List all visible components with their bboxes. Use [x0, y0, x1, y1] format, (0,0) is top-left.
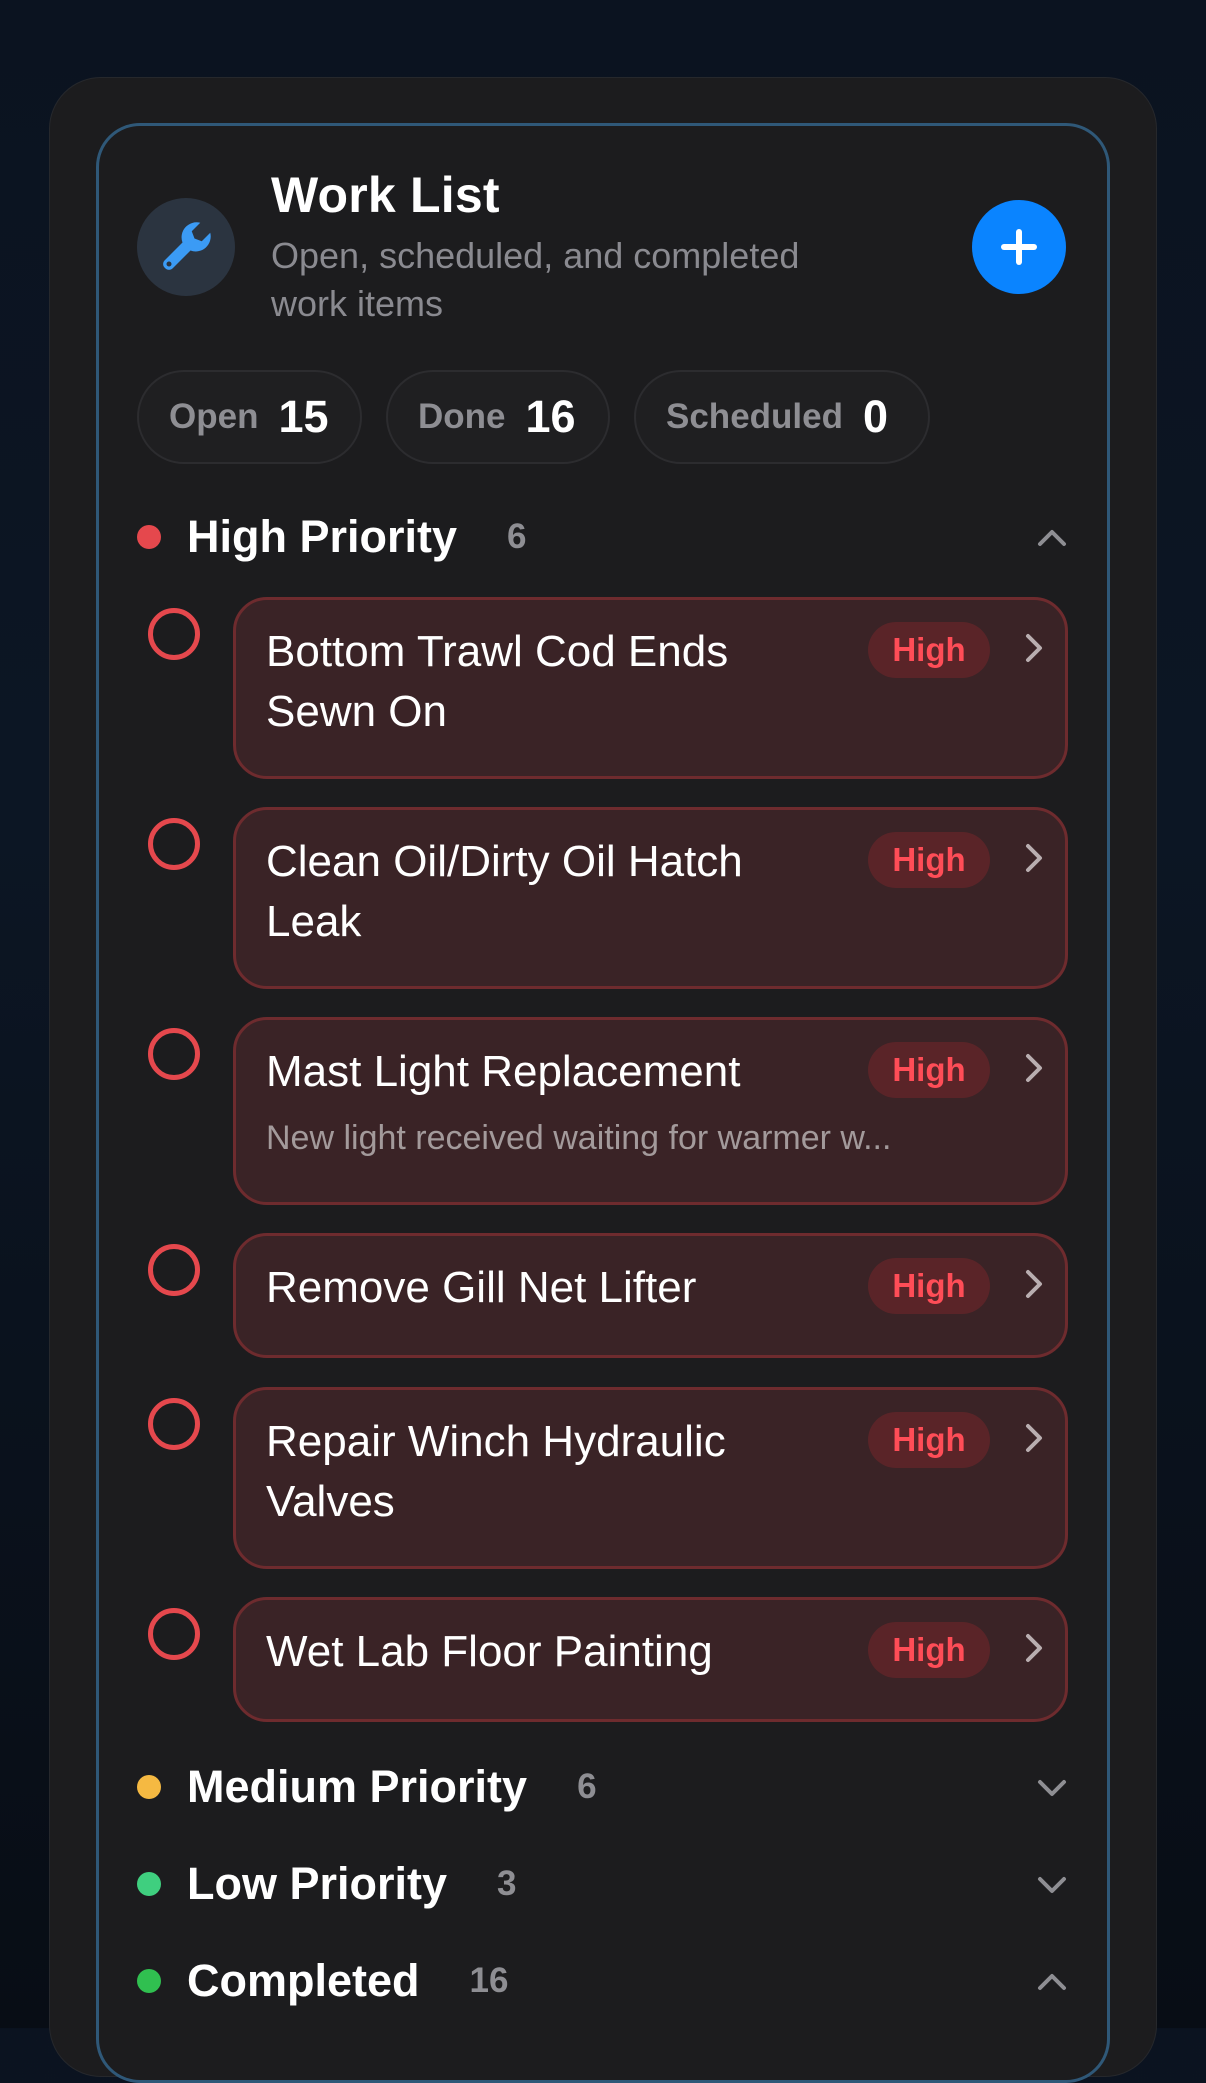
chevron-down-icon: [1038, 1780, 1066, 1796]
chevron-right-icon: [1026, 1270, 1042, 1298]
task-complete-checkbox[interactable]: [148, 818, 200, 870]
section-title: Completed: [187, 1955, 420, 2006]
task-card[interactable]: Mast Light Replacement New light receive…: [233, 1017, 1068, 1205]
task-complete-checkbox[interactable]: [148, 1244, 200, 1296]
page-subtitle: Open, scheduled, and completed work item…: [271, 235, 800, 324]
task-note: New light received waiting for warmer w.…: [266, 1119, 892, 1157]
stat-chip-open[interactable]: Open 15: [137, 370, 362, 464]
section-title: Low Priority: [187, 1858, 448, 1909]
add-work-item-button[interactable]: [972, 200, 1066, 294]
priority-badge: High: [868, 1258, 990, 1314]
chevron-up-icon: [1038, 530, 1066, 546]
priority-badge: High: [868, 832, 990, 888]
task-complete-checkbox[interactable]: [148, 1398, 200, 1450]
chevron-up-icon: [1038, 1974, 1066, 1990]
priority-dot: [137, 525, 161, 549]
priority-badge: High: [868, 1412, 990, 1468]
priority-dot: [137, 1872, 161, 1896]
plus-icon: [1001, 229, 1037, 265]
section-header-low-priority[interactable]: Low Priority 3: [137, 1849, 1072, 1919]
stat-chip-scheduled[interactable]: Scheduled 0: [634, 370, 930, 464]
chevron-right-icon: [1026, 1424, 1042, 1452]
task-title: Mast Light Replacement: [266, 1047, 741, 1096]
section-header-medium-priority[interactable]: Medium Priority 6: [137, 1752, 1072, 1822]
section-header-high-priority[interactable]: High Priority 6: [137, 502, 1072, 572]
task-title: Repair Winch Hydraulic Valves: [266, 1417, 726, 1526]
chevron-right-icon: [1026, 1634, 1042, 1662]
task-title: Remove Gill Net Lifter: [266, 1263, 697, 1312]
task-complete-checkbox[interactable]: [148, 608, 200, 660]
page-title: Work List: [271, 167, 500, 223]
section-count: 3: [497, 1864, 517, 1903]
stat-value: 16: [525, 391, 576, 442]
stat-value: 0: [862, 391, 889, 442]
stat-chip-done[interactable]: Done 16: [386, 370, 610, 464]
task-card[interactable]: Bottom Trawl Cod Ends Sewn On High: [233, 597, 1068, 779]
chevron-right-icon: [1026, 634, 1042, 662]
task-complete-checkbox[interactable]: [148, 1608, 200, 1660]
section-count: 6: [577, 1767, 597, 1806]
chevron-right-icon: [1026, 1054, 1042, 1082]
priority-badge: High: [868, 622, 990, 678]
chevron-down-icon: [1038, 1877, 1066, 1893]
section-title: Medium Priority: [187, 1761, 528, 1812]
task-complete-checkbox[interactable]: [148, 1028, 200, 1080]
section-header-completed[interactable]: Completed 16: [137, 1946, 1072, 2016]
task-title: Bottom Trawl Cod Ends Sewn On: [266, 627, 729, 736]
stat-value: 15: [278, 391, 329, 442]
section-count: 6: [507, 517, 527, 556]
section-count: 16: [469, 1961, 509, 2000]
task-title: Wet Lab Floor Painting: [266, 1627, 713, 1676]
priority-badge: High: [868, 1042, 990, 1098]
section-title: High Priority: [187, 511, 458, 562]
task-card[interactable]: Remove Gill Net Lifter High: [233, 1233, 1068, 1358]
task-title: Clean Oil/Dirty Oil Hatch Leak: [266, 837, 743, 946]
status-dot: [137, 1969, 161, 1993]
stat-label: Scheduled: [666, 397, 843, 436]
task-card[interactable]: Clean Oil/Dirty Oil Hatch Leak High: [233, 807, 1068, 989]
priority-dot: [137, 1775, 161, 1799]
wrench-icon: [137, 198, 235, 296]
task-card[interactable]: Wet Lab Floor Painting High: [233, 1597, 1068, 1722]
stat-label: Done: [418, 397, 506, 436]
priority-badge: High: [868, 1622, 990, 1678]
chevron-right-icon: [1026, 844, 1042, 872]
task-card[interactable]: Repair Winch Hydraulic Valves High: [233, 1387, 1068, 1569]
stat-label: Open: [169, 397, 259, 436]
